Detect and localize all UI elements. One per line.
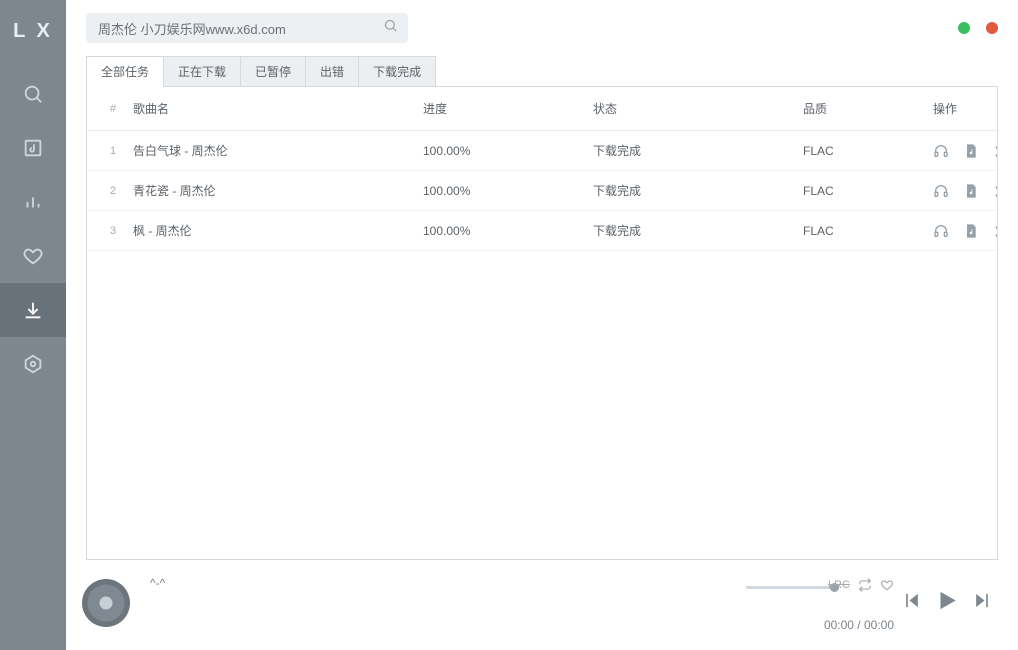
row-actions: ✕ — [933, 223, 998, 239]
row-status: 下载完成 — [593, 182, 803, 199]
row-progress: 100.00% — [423, 184, 593, 198]
file-music-icon[interactable] — [963, 143, 979, 159]
tab-error[interactable]: 出错 — [305, 56, 359, 86]
nav-settings[interactable] — [0, 337, 66, 391]
tab-done[interactable]: 下载完成 — [358, 56, 436, 86]
row-name: 青花瓷 - 周杰伦 — [133, 182, 423, 199]
header — [66, 0, 1018, 56]
file-music-icon[interactable] — [963, 183, 979, 199]
headphones-icon[interactable] — [933, 183, 949, 199]
download-table: # 歌曲名 进度 状态 品质 操作 1告白气球 - 周杰伦100.00%下载完成… — [86, 86, 998, 560]
row-quality: FLAC — [803, 144, 933, 158]
nav-search[interactable] — [0, 67, 66, 121]
col-status[interactable]: 状态 — [593, 100, 803, 117]
col-quality[interactable]: 品质 — [803, 100, 933, 117]
nav-ranking[interactable] — [0, 175, 66, 229]
time-display: 00:00 / 00:00 — [824, 618, 894, 632]
table-row[interactable]: 2青花瓷 - 周杰伦100.00%下载完成FLAC ✕ — [87, 171, 997, 211]
table-header: # 歌曲名 进度 状态 品质 操作 — [87, 87, 997, 131]
table-row[interactable]: 3枫 - 周杰伦100.00%下载完成FLAC ✕ — [87, 211, 997, 251]
headphones-icon[interactable] — [933, 143, 949, 159]
row-index: 3 — [93, 225, 133, 237]
tab-downloading[interactable]: 正在下载 — [163, 56, 241, 86]
search-icon — [22, 83, 44, 105]
now-playing-title: ^-^ — [150, 576, 165, 590]
nav-library[interactable] — [0, 121, 66, 175]
player-bar: ^-^ LRC 00:00 / 00:00 — [78, 568, 1006, 638]
file-music-icon[interactable] — [963, 223, 979, 239]
close-button[interactable] — [986, 22, 998, 34]
search-input[interactable] — [86, 13, 408, 43]
volume-slider[interactable] — [746, 586, 836, 589]
repeat-icon[interactable] — [858, 578, 872, 592]
play-button[interactable] — [934, 588, 960, 619]
col-progress[interactable]: 进度 — [423, 100, 593, 117]
download-icon — [22, 299, 44, 321]
col-actions: 操作 — [933, 100, 998, 117]
row-actions: ✕ — [933, 143, 998, 159]
row-quality: FLAC — [803, 224, 933, 238]
lyrics-toggle[interactable]: LRC — [828, 579, 850, 591]
tab-paused[interactable]: 已暂停 — [240, 56, 306, 86]
headphones-icon[interactable] — [933, 223, 949, 239]
window-controls — [958, 22, 998, 34]
row-name: 告白气球 - 周杰伦 — [133, 142, 423, 159]
settings-hex-icon — [22, 353, 44, 375]
col-index: # — [93, 103, 133, 115]
row-progress: 100.00% — [423, 224, 593, 238]
table-row[interactable]: 1告白气球 - 周杰伦100.00%下载完成FLAC ✕ — [87, 131, 997, 171]
playback-controls — [902, 588, 992, 619]
player-mode-icons: LRC — [828, 578, 894, 592]
tab-all[interactable]: 全部任务 — [86, 56, 164, 86]
main-pane: 全部任务 正在下载 已暂停 出错 下载完成 # 歌曲名 进度 状态 品质 操作 … — [66, 0, 1018, 650]
nav-favorites[interactable] — [0, 229, 66, 283]
delete-icon[interactable]: ✕ — [993, 183, 998, 199]
bar-chart-icon — [22, 191, 44, 213]
next-button[interactable] — [972, 591, 992, 616]
row-progress: 100.00% — [423, 144, 593, 158]
filter-tabs: 全部任务 正在下载 已暂停 出错 下载完成 — [66, 56, 1018, 86]
search-icon[interactable] — [383, 18, 398, 38]
nav-downloads[interactable] — [0, 283, 66, 337]
delete-icon[interactable]: ✕ — [993, 143, 998, 159]
album-disc-icon[interactable] — [82, 579, 130, 627]
row-name: 枫 - 周杰伦 — [133, 222, 423, 239]
row-status: 下载完成 — [593, 222, 803, 239]
heart-icon — [22, 245, 44, 267]
row-actions: ✕ — [933, 183, 998, 199]
row-status: 下载完成 — [593, 142, 803, 159]
search-wrap — [86, 13, 408, 43]
heart-icon[interactable] — [880, 578, 894, 592]
row-quality: FLAC — [803, 184, 933, 198]
sidebar: L X — [0, 0, 66, 650]
minimize-button[interactable] — [958, 22, 970, 34]
col-name[interactable]: 歌曲名 — [133, 100, 423, 117]
prev-button[interactable] — [902, 591, 922, 616]
row-index: 1 — [93, 145, 133, 157]
row-index: 2 — [93, 185, 133, 197]
app-logo: L X — [13, 20, 53, 43]
delete-icon[interactable]: ✕ — [993, 223, 998, 239]
music-note-box-icon — [22, 137, 44, 159]
